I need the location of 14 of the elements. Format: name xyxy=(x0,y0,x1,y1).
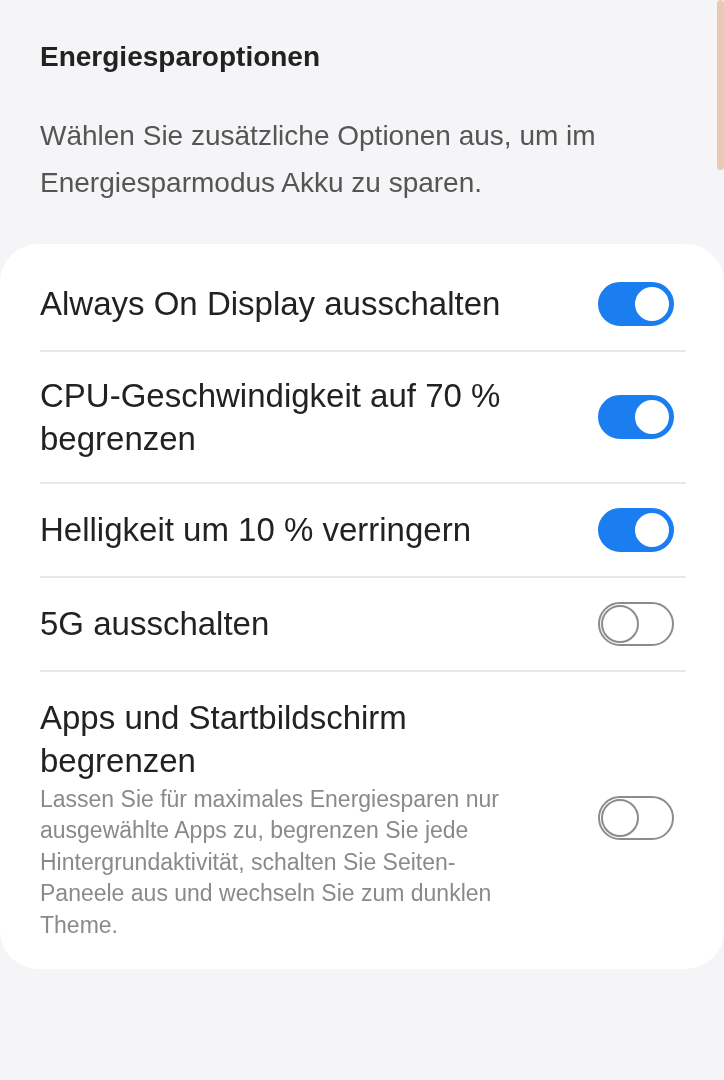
toggle-switch[interactable] xyxy=(598,394,674,439)
option-label: CPU-Geschwindigkeit auf 70 % begrenzen xyxy=(40,375,502,459)
toggle-switch[interactable] xyxy=(598,281,674,326)
toggle-switch[interactable] xyxy=(598,601,674,646)
section-description: Wählen Sie zusätzliche Optionen aus, um im Energiesparmodus Akku zu sparen. xyxy=(40,118,597,200)
toggle-switch[interactable] xyxy=(598,507,674,552)
toggle-switch[interactable] xyxy=(598,796,674,841)
option-label: Always On Display ausschalten xyxy=(40,284,502,325)
option-description: Lassen Sie für maximales Energiesparen nur ausgewählte Apps zu, begrenzen Sie jede Hintergrundaktivität, schalten Sie Seiten-Paneele aus und wechseln Sie zum dunklen Theme. xyxy=(40,784,500,940)
section-title: Energiesparoptionen xyxy=(39,40,322,74)
option-label: 5G ausschalten xyxy=(40,604,271,645)
scrollbar[interactable] xyxy=(717,0,724,170)
option-label: Apps und Startbildschirm begrenzen xyxy=(40,697,408,781)
option-label: Helligkeit um 10 % verringern xyxy=(40,510,472,551)
